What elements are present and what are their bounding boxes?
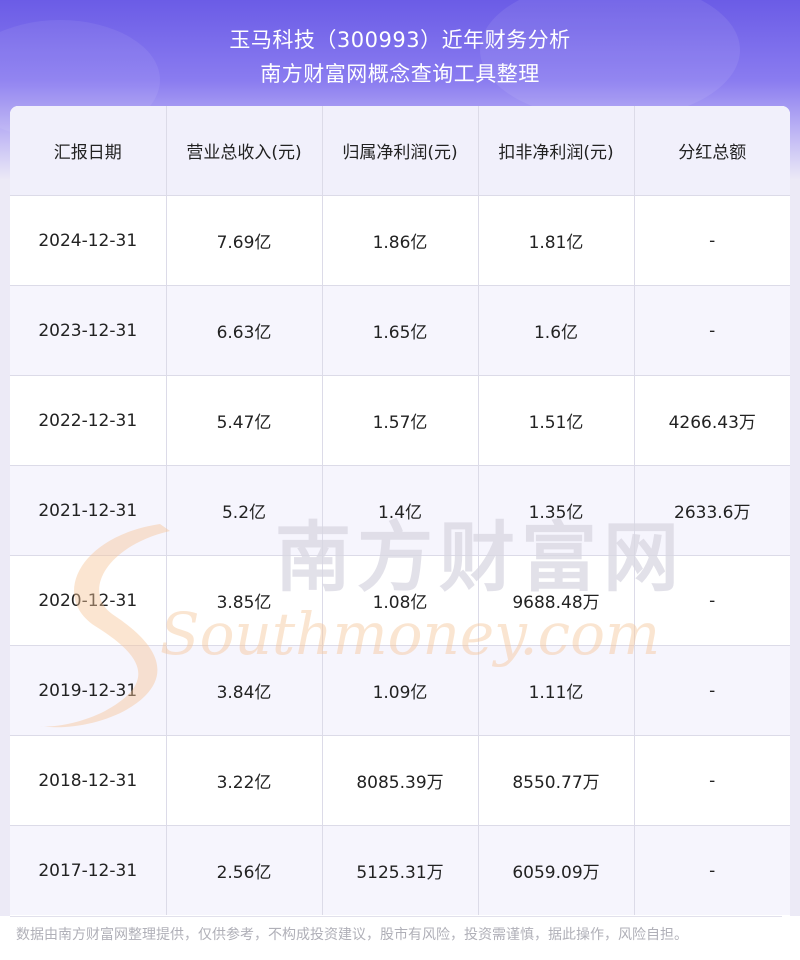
- table-cell: 1.65亿: [322, 285, 479, 376]
- table-cell: 3.22亿: [166, 735, 323, 826]
- column-header: 分红总额: [634, 106, 790, 196]
- table-cell: 5.2亿: [166, 465, 323, 556]
- table-row: 2024-12-31 7.69亿 1.86亿 1.81亿 -: [10, 195, 790, 286]
- financial-table-card: 汇报日期 营业总收入(元) 归属净利润(元) 扣非净利润(元) 分红总额 202…: [10, 106, 790, 916]
- report-date-cell: 2022-12-31: [10, 375, 167, 466]
- table-cell: -: [634, 825, 790, 915]
- report-date-cell: 2020-12-31: [10, 555, 167, 646]
- table-row: 2017-12-31 2.56亿 5125.31万 6059.09万 -: [10, 825, 790, 915]
- report-date-cell: 2023-12-31: [10, 285, 167, 376]
- table-cell: 5.47亿: [166, 375, 323, 466]
- table-cell: 1.6亿: [478, 285, 635, 376]
- table-cell: 8550.77万: [478, 735, 635, 826]
- column-header: 归属净利润(元): [322, 106, 479, 196]
- report-date-cell: 2024-12-31: [10, 195, 167, 286]
- table-cell: 8085.39万: [322, 735, 479, 826]
- table-row: 2020-12-31 3.85亿 1.08亿 9688.48万 -: [10, 555, 790, 646]
- table-cell: 6.63亿: [166, 285, 323, 376]
- table-row: 2018-12-31 3.22亿 8085.39万 8550.77万 -: [10, 735, 790, 826]
- table-cell: -: [634, 735, 790, 826]
- table-cell: -: [634, 555, 790, 646]
- table-cell: 1.09亿: [322, 645, 479, 736]
- table-cell: 6059.09万: [478, 825, 635, 915]
- column-header: 扣非净利润(元): [478, 106, 635, 196]
- table-cell: -: [634, 195, 790, 286]
- table-cell: 3.84亿: [166, 645, 323, 736]
- table-row: 2021-12-31 5.2亿 1.4亿 1.35亿 2633.6万: [10, 465, 790, 556]
- footer-divider: [10, 916, 782, 917]
- financial-table: 汇报日期 营业总收入(元) 归属净利润(元) 扣非净利润(元) 分红总额 202…: [10, 106, 790, 915]
- page-subtitle: 南方财富网概念查询工具整理: [260, 62, 540, 86]
- table-cell: 4266.43万: [634, 375, 790, 466]
- report-date-cell: 2021-12-31: [10, 465, 167, 556]
- report-date-cell: 2017-12-31: [10, 825, 167, 915]
- table-cell: 1.11亿: [478, 645, 635, 736]
- column-header: 营业总收入(元): [166, 106, 323, 196]
- table-row: 2019-12-31 3.84亿 1.09亿 1.11亿 -: [10, 645, 790, 736]
- table-cell: 1.81亿: [478, 195, 635, 286]
- report-date-cell: 2019-12-31: [10, 645, 167, 736]
- column-header: 汇报日期: [10, 106, 167, 196]
- disclaimer-footer: 数据由南方财富网整理提供，仅供参考，不构成投资建议，股市有风险，投资需谨慎，据此…: [0, 916, 800, 960]
- table-cell: 2.56亿: [166, 825, 323, 915]
- table-cell: 9688.48万: [478, 555, 635, 646]
- disclaimer-text: 数据由南方财富网整理提供，仅供参考，不构成投资建议，股市有风险，投资需谨慎，据此…: [16, 927, 688, 943]
- page-title: 玉马科技（300993）近年财务分析: [229, 28, 571, 52]
- table-cell: 1.51亿: [478, 375, 635, 466]
- table-cell: 1.08亿: [322, 555, 479, 646]
- report-date-cell: 2018-12-31: [10, 735, 167, 826]
- table-cell: 1.35亿: [478, 465, 635, 556]
- table-cell: 3.85亿: [166, 555, 323, 646]
- table-cell: 7.69亿: [166, 195, 323, 286]
- table-cell: 5125.31万: [322, 825, 479, 915]
- table-cell: 1.57亿: [322, 375, 479, 466]
- table-cell: -: [634, 285, 790, 376]
- table-cell: 1.4亿: [322, 465, 479, 556]
- table-cell: -: [634, 645, 790, 736]
- table-cell: 1.86亿: [322, 195, 479, 286]
- table-header-row: 汇报日期 营业总收入(元) 归属净利润(元) 扣非净利润(元) 分红总额: [10, 106, 790, 196]
- table-row: 2022-12-31 5.47亿 1.57亿 1.51亿 4266.43万: [10, 375, 790, 466]
- table-cell: 2633.6万: [634, 465, 790, 556]
- table-row: 2023-12-31 6.63亿 1.65亿 1.6亿 -: [10, 285, 790, 376]
